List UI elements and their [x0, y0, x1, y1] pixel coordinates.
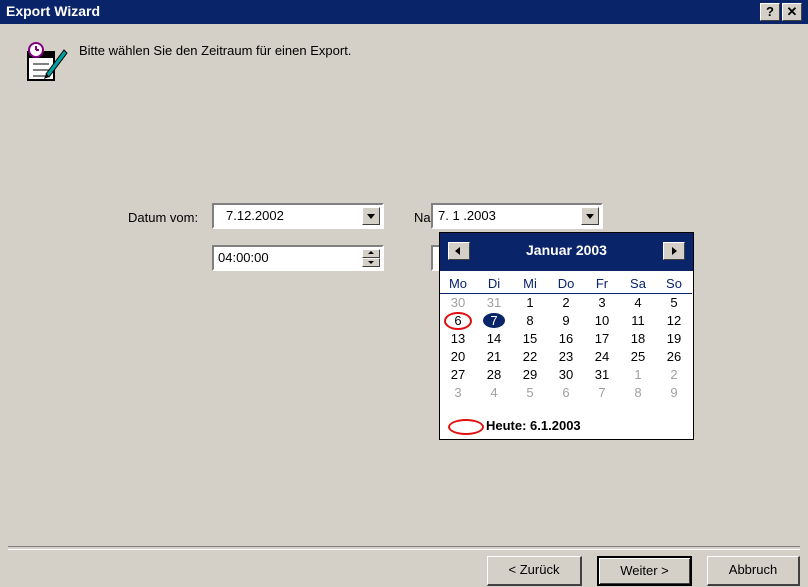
weekday-label: Sa [630, 276, 646, 291]
calendar-day[interactable]: 6 [548, 384, 584, 402]
calendar-day[interactable]: 23 [548, 348, 584, 366]
calendar-day[interactable]: 4 [476, 384, 512, 402]
calendar-day[interactable]: 18 [620, 330, 656, 348]
calendar-day[interactable]: 22 [512, 348, 548, 366]
title-bar: Export Wizard ? ✕ [0, 0, 808, 24]
to-date-value: 7. 1 .2003 [438, 208, 496, 223]
cancel-button[interactable]: Abbruch [707, 556, 800, 586]
calendar-month-label[interactable]: Januar 2003 [440, 242, 693, 258]
calendar-day[interactable]: 11 [620, 312, 656, 330]
spin-down-button[interactable] [362, 258, 380, 267]
calendar-day[interactable]: 21 [476, 348, 512, 366]
calendar-day[interactable]: 13 [440, 330, 476, 348]
calendar-day[interactable]: 9 [548, 312, 584, 330]
calendar-day[interactable]: 24 [584, 348, 620, 366]
calendar-day[interactable]: 3 [440, 384, 476, 402]
calendar-day[interactable]: 5 [512, 384, 548, 402]
to-date-label: Na [414, 210, 431, 225]
calendar-day[interactable]: 12 [656, 312, 692, 330]
calendar-day-selected[interactable]: 7 [476, 312, 512, 330]
weekday-label: So [666, 276, 682, 291]
calendar-day[interactable]: 7 [584, 384, 620, 402]
next-button[interactable]: Weiter > [597, 556, 692, 586]
close-button[interactable]: ✕ [782, 3, 802, 21]
footer-separator [8, 546, 800, 550]
calendar-day[interactable]: 2 [548, 294, 584, 312]
calendar-day[interactable]: 31 [476, 294, 512, 312]
calendar-day[interactable]: 17 [584, 330, 620, 348]
weekday-label: Do [557, 276, 575, 291]
next-month-button[interactable] [663, 242, 685, 260]
calendar-day[interactable]: 29 [512, 366, 548, 384]
from-date-value: 7.12.2002 [226, 208, 284, 223]
calendar-day[interactable]: 3 [584, 294, 620, 312]
window-title: Export Wizard [6, 3, 100, 19]
calendar-day[interactable]: 26 [656, 348, 692, 366]
to-date-dropdown[interactable]: 7. 1 .2003 [431, 203, 603, 229]
calendar-day[interactable]: 1 [620, 366, 656, 384]
weekday-label: Mi [523, 276, 537, 291]
time-spin-buttons[interactable] [362, 249, 380, 267]
calendar-day[interactable]: 5 [656, 294, 692, 312]
calendar-day[interactable]: 30 [440, 294, 476, 312]
calendar-day[interactable]: 8 [512, 312, 548, 330]
today-label: Heute: 6.1.2003 [486, 418, 581, 433]
calendar-day[interactable]: 19 [656, 330, 692, 348]
calendar-day[interactable]: 15 [512, 330, 548, 348]
wizard-calendar-icon [24, 40, 68, 84]
help-button[interactable]: ? [760, 3, 780, 21]
calendar-day[interactable]: 10 [584, 312, 620, 330]
to-date-dropdown-button[interactable] [581, 207, 599, 225]
calendar-day[interactable]: 4 [620, 294, 656, 312]
calendar-day[interactable]: 30 [548, 366, 584, 384]
calendar-day[interactable]: 8 [620, 384, 656, 402]
calendar-day[interactable]: 16 [548, 330, 584, 348]
calendar-day-today[interactable]: 6 [440, 312, 476, 330]
weekday-label: Mo [448, 276, 468, 291]
weekday-label: Di [487, 276, 501, 291]
calendar-day[interactable]: 31 [584, 366, 620, 384]
weekday-label: Fr [595, 276, 609, 291]
calendar-header: Januar 2003 [440, 233, 693, 271]
from-date-dropdown[interactable]: 7.12.2002 [212, 203, 384, 229]
calendar-popup: Januar 2003 Mo Di Mi Do Fr Sa So 30 31 1 2 3 4 5 6 7 8 9… [439, 232, 694, 440]
chevron-down-icon [367, 214, 375, 219]
chevron-right-icon [672, 247, 677, 255]
calendar-day[interactable]: 27 [440, 366, 476, 384]
calendar-day[interactable]: 2 [656, 366, 692, 384]
arrow-up-icon [368, 251, 374, 254]
calendar-day[interactable]: 9 [656, 384, 692, 402]
weekday-header-row: Mo Di Mi Do Fr Sa So [440, 275, 692, 294]
chevron-down-icon [586, 214, 594, 219]
calendar-day-grid: 30 31 1 2 3 4 5 6 7 8 9 10 11 12 13 14 15 16 17 18 19 20 21 22 2… [440, 294, 692, 402]
from-date-dropdown-button[interactable] [362, 207, 380, 225]
calendar-day[interactable]: 20 [440, 348, 476, 366]
back-button[interactable]: < Zurück [487, 556, 582, 586]
today-ring-icon [444, 312, 472, 330]
arrow-down-icon [368, 261, 374, 264]
from-date-label: Datum vom: [128, 210, 199, 225]
intro-text: Bitte wählen Sie den Zeitraum für einen … [79, 43, 352, 58]
from-time-value: 04:00:00 [218, 250, 269, 265]
calendar-day[interactable]: 1 [512, 294, 548, 312]
calendar-day[interactable]: 25 [620, 348, 656, 366]
spin-up-button[interactable] [362, 249, 380, 258]
calendar-day[interactable]: 28 [476, 366, 512, 384]
calendar-day[interactable]: 14 [476, 330, 512, 348]
today-marker-icon [448, 419, 484, 435]
from-time-spinner[interactable]: 04:00:00 [212, 245, 384, 271]
